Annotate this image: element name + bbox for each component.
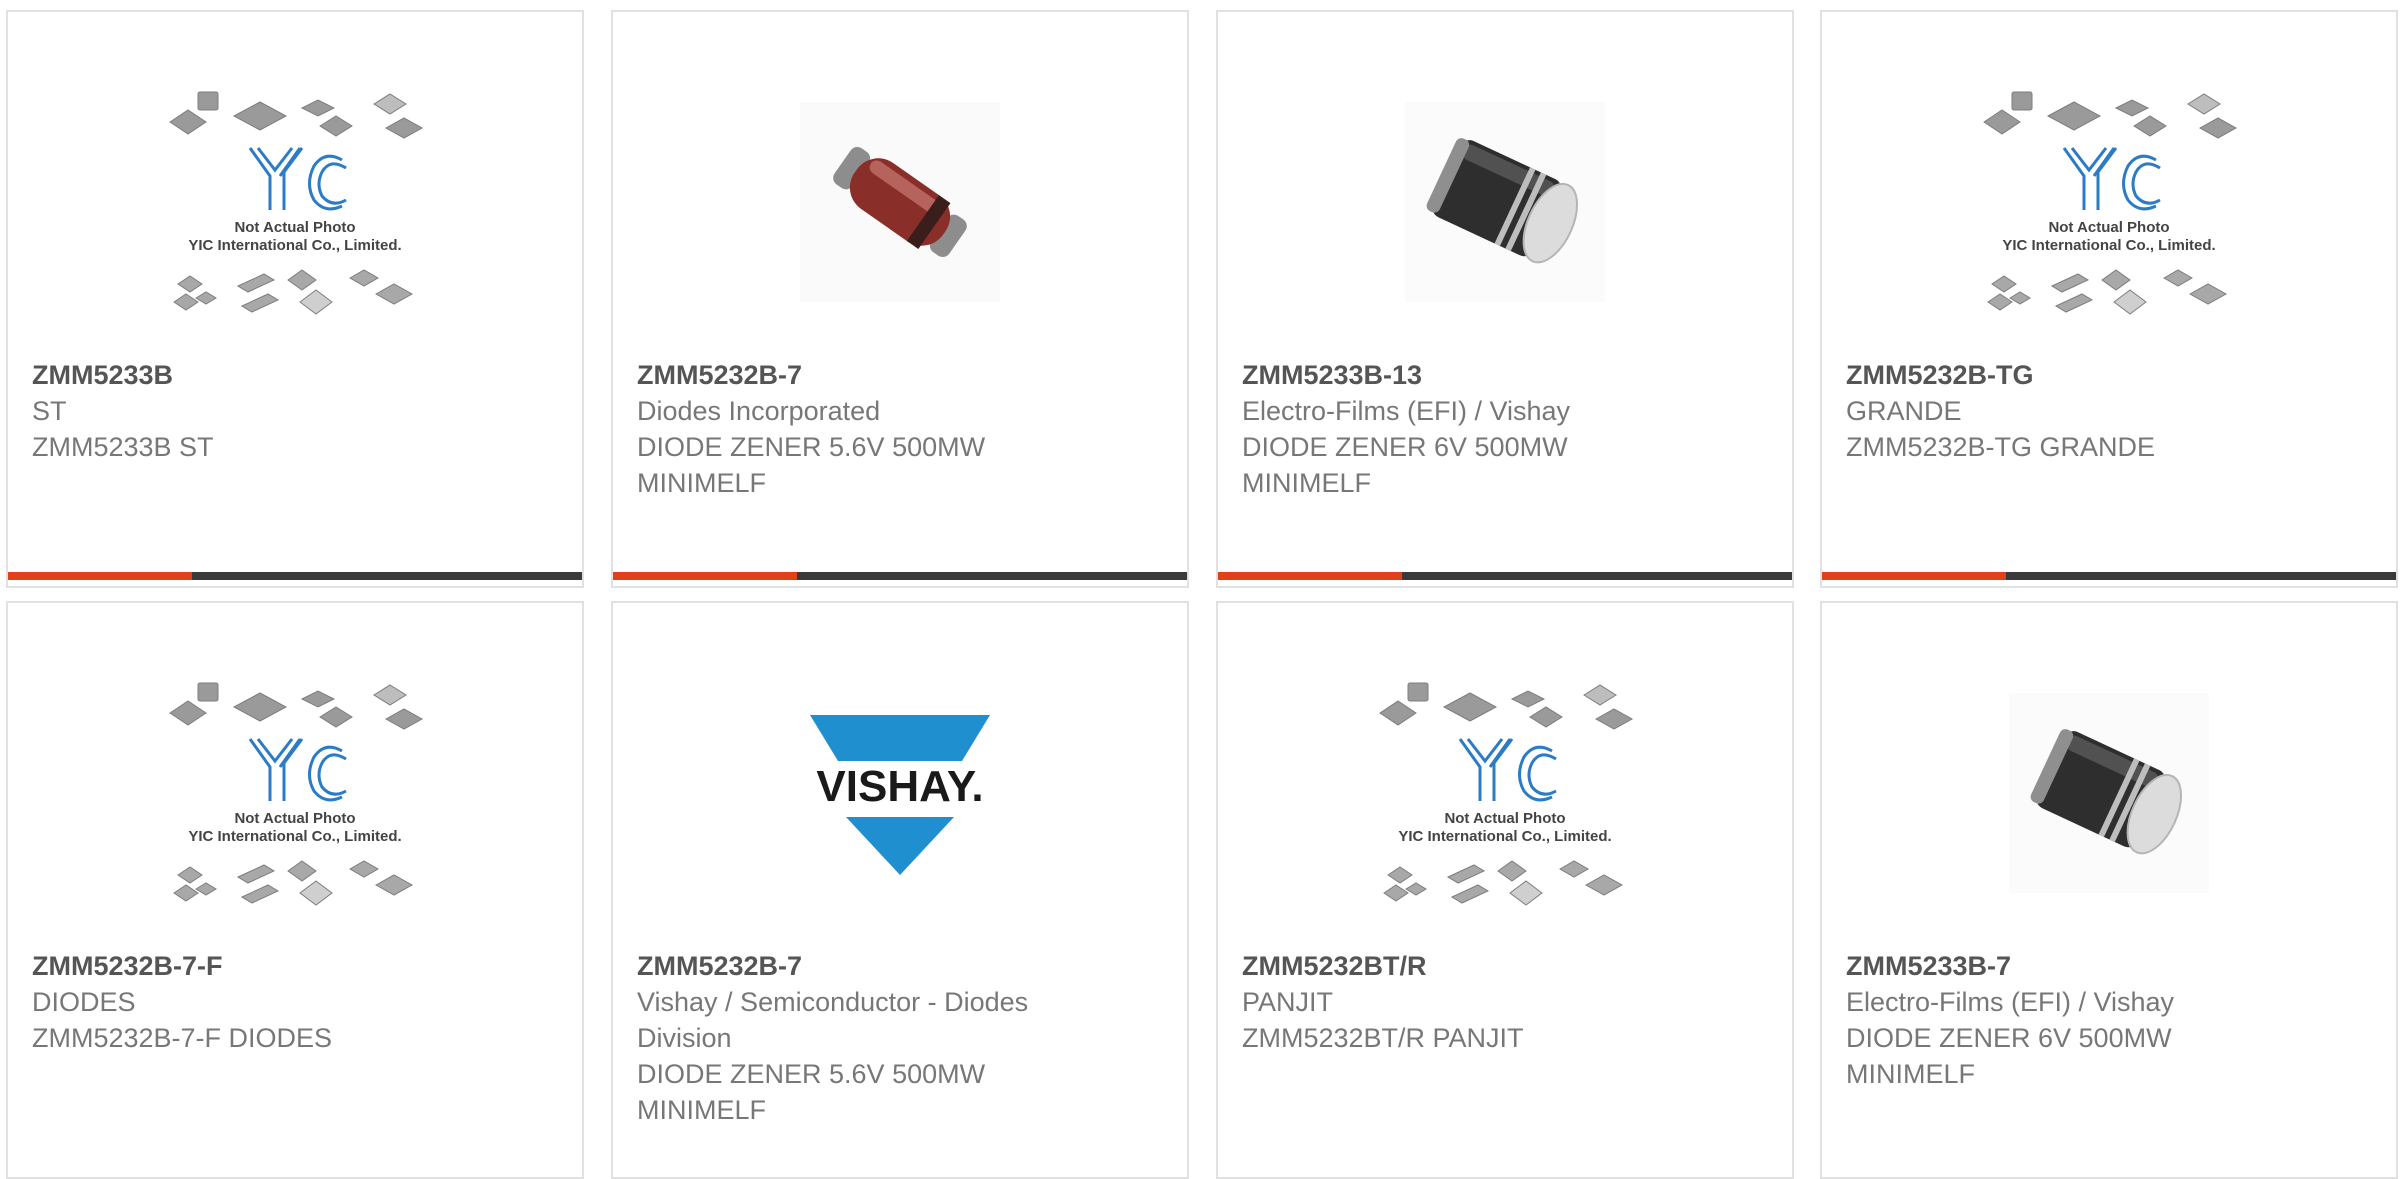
product-image[interactable]: Not Actual Photo YIC International Co., … (160, 663, 430, 923)
description-line: MINIMELF (637, 1095, 767, 1125)
product-card[interactable]: ZMM5233B-13 Electro-Films (EFI) / Vishay D… (1216, 10, 1794, 588)
description-line: MINIMELF (1846, 1059, 1976, 1089)
product-image[interactable]: Not Actual Photo YIC International Co., … (1974, 72, 2244, 332)
part-number[interactable]: ZMM5233B-13 (1242, 357, 1662, 393)
card-footer-bar (1218, 572, 1792, 580)
placeholder-line1: Not Actual Photo (234, 810, 355, 827)
product-info: ZMM5232B-7 Vishay / Semiconductor - Diode… (637, 948, 1057, 1128)
part-number[interactable]: ZMM5232BT/R (1242, 948, 1662, 984)
placeholder-line2: YIC International Co., Limited. (188, 828, 401, 845)
product-card[interactable]: Not Actual Photo YIC International Co., … (6, 601, 584, 1179)
card-footer-bar (8, 572, 582, 580)
manufacturer: Vishay / Semiconductor - Diodes (637, 987, 1029, 1017)
manufacturer: DIODES (32, 987, 136, 1017)
description-line: MINIMELF (1242, 468, 1372, 498)
placeholder-line1: Not Actual Photo (234, 219, 355, 236)
accent-bar (1218, 572, 1402, 580)
description-line: ZMM5232BT/R PANJIT (1242, 1023, 1524, 1053)
product-info: ZMM5233B-13 Electro-Films (EFI) / Vishay D… (1242, 357, 1662, 501)
placeholder-line2: YIC International Co., Limited. (1398, 828, 1611, 845)
product-info: ZMM5233B-7 Electro-Films (EFI) / Vishay DI… (1846, 948, 2266, 1092)
part-number[interactable]: ZMM5232B-7 (637, 948, 1057, 984)
card-footer-bar (613, 572, 1187, 580)
accent-bar (613, 572, 797, 580)
product-image[interactable]: Not Actual Photo YIC International Co., … (1370, 663, 1640, 923)
product-image[interactable]: Not Actual Photo YIC International Co., … (160, 72, 430, 332)
product-card[interactable]: VISHAY. ZMM5232B-7 Vishay / Semiconductor… (611, 601, 1189, 1179)
part-number[interactable]: ZMM5233B (32, 357, 452, 393)
product-info: ZMM5232B-7-F DIODES ZMM5232B-7-F DIODES (32, 948, 452, 1056)
product-info: ZMM5232B-TG GRANDE ZMM5232B-TG GRANDE (1846, 357, 2266, 465)
part-number[interactable]: ZMM5232B-7 (637, 357, 1057, 393)
accent-bar (1822, 572, 2006, 580)
product-card[interactable]: Not Actual Photo YIC International Co., … (1820, 10, 2398, 588)
accent-bar (8, 572, 192, 580)
description-line: ZMM5232B-7-F DIODES (32, 1023, 333, 1053)
product-card[interactable]: Not Actual Photo YIC International Co., … (1216, 601, 1794, 1179)
description-line: DIODE ZENER 6V 500MW (1846, 1023, 2172, 1053)
placeholder-line2: YIC International Co., Limited. (2002, 237, 2215, 254)
manufacturer: Electro-Films (EFI) / Vishay (1242, 396, 1571, 426)
product-image[interactable] (765, 72, 1035, 332)
product-card[interactable]: ZMM5232B-7 Diodes Incorporated DIODE ZENER… (611, 10, 1189, 588)
product-image[interactable] (1370, 72, 1640, 332)
description-line: DIODE ZENER 5.6V 500MW (637, 432, 986, 462)
placeholder-line1: Not Actual Photo (2048, 219, 2169, 236)
card-footer-bar (1822, 572, 2396, 580)
placeholder-line2: YIC International Co., Limited. (188, 237, 401, 254)
description-line: DIODE ZENER 5.6V 500MW (637, 1059, 986, 1089)
vishay-logo-text: VISHAY. (816, 762, 983, 811)
description-line: DIODE ZENER 6V 500MW (1242, 432, 1568, 462)
description-line: MINIMELF (637, 468, 767, 498)
description-line: ZMM5233B ST (32, 432, 214, 462)
product-info: ZMM5232B-7 Diodes Incorporated DIODE ZENER… (637, 357, 1057, 501)
placeholder-line1: Not Actual Photo (1444, 810, 1565, 827)
product-info: ZMM5233B ST ZMM5233B ST (32, 357, 452, 465)
description-line: ZMM5232B-TG GRANDE (1846, 432, 2156, 462)
part-number[interactable]: ZMM5233B-7 (1846, 948, 2266, 984)
product-card[interactable]: ZMM5233B-7 Electro-Films (EFI) / Vishay DI… (1820, 601, 2398, 1179)
part-number[interactable]: ZMM5232B-7-F (32, 948, 452, 984)
manufacturer: Electro-Films (EFI) / Vishay (1846, 987, 2175, 1017)
manufacturer: Diodes Incorporated (637, 396, 881, 426)
manufacturer: GRANDE (1846, 396, 1962, 426)
manufacturer: PANJIT (1242, 987, 1334, 1017)
product-image[interactable]: VISHAY. (765, 663, 1035, 923)
description-line: Division (637, 1023, 732, 1053)
product-image[interactable] (1974, 663, 2244, 923)
product-info: ZMM5232BT/R PANJIT ZMM5232BT/R PANJIT (1242, 948, 1662, 1056)
part-number[interactable]: ZMM5232B-TG (1846, 357, 2266, 393)
product-card[interactable]: Not Actual Photo YIC International Co., … (6, 10, 584, 588)
manufacturer: ST (32, 396, 67, 426)
